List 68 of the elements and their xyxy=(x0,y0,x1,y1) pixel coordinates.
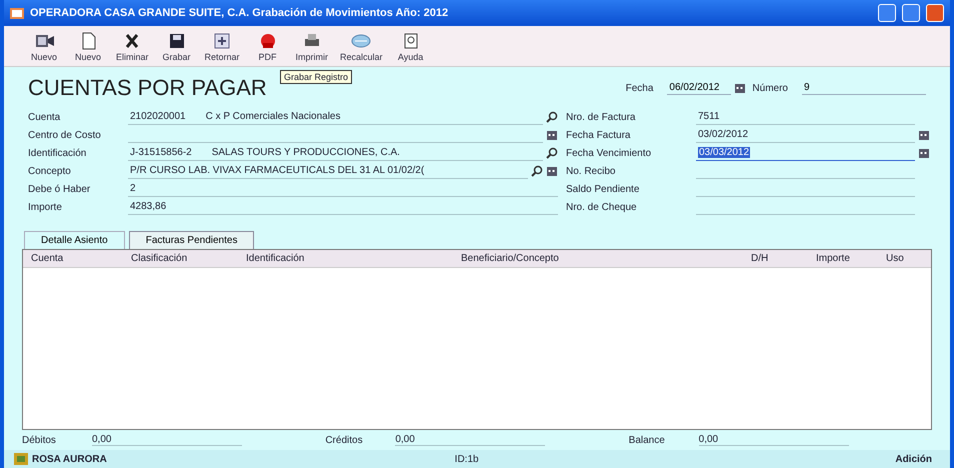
calendar-icon[interactable] xyxy=(734,82,746,94)
field-label: Saldo Pendiente xyxy=(566,184,640,194)
input-field[interactable]: 7511 xyxy=(696,109,915,125)
total-value: 0,00 xyxy=(395,434,546,446)
input-field[interactable]: P/R CURSO LAB. VIVAX FARMACEUTICALS DEL 31 AL 01/02/2( xyxy=(128,163,528,179)
calendar-icon[interactable] xyxy=(918,147,930,159)
search-icon[interactable] xyxy=(546,111,558,123)
field-label: Centro de Costo xyxy=(28,130,102,140)
maximize-button[interactable] xyxy=(902,4,920,22)
search-icon[interactable] xyxy=(531,165,543,177)
calendar-icon[interactable] xyxy=(546,165,558,177)
tab[interactable]: Facturas Pendientes xyxy=(128,231,254,249)
toolbar-button[interactable]: Eliminar xyxy=(112,28,153,64)
minimize-button[interactable] xyxy=(878,4,896,22)
toolbar-button[interactable]: Nuevo xyxy=(68,28,108,64)
date-field[interactable]: 06/02/2012 xyxy=(667,81,732,95)
number-field[interactable]: 9 xyxy=(802,81,926,95)
field-label: Fecha xyxy=(626,82,654,94)
total-value: 0,00 xyxy=(92,434,242,446)
input-field[interactable]: 2 xyxy=(128,181,558,197)
input-field[interactable]: 03/03/2012 xyxy=(696,145,915,161)
toolbar-button[interactable]: Ayuda xyxy=(390,28,431,64)
field-label: Cuenta xyxy=(28,112,62,122)
input-field[interactable]: 4283,86 xyxy=(128,199,558,215)
input-field[interactable]: 2102020001 C x P Comerciales Nacionales xyxy=(128,109,543,125)
status-mode: Adición xyxy=(895,454,932,464)
field-label: Fecha Vencimiento xyxy=(566,148,652,158)
toolbar-button[interactable]: Recalcular xyxy=(336,28,387,64)
search-icon[interactable] xyxy=(546,147,558,159)
toolbar-button[interactable]: Nuevo xyxy=(24,28,64,64)
calendar-icon[interactable] xyxy=(546,129,558,141)
field-label: No. Recibo xyxy=(566,166,616,176)
user-name: ROSA AURORA xyxy=(32,454,107,464)
tooltip: Grabar Registro xyxy=(280,70,352,84)
app-icon xyxy=(10,8,24,18)
status-id: ID:1b xyxy=(454,454,480,464)
tab[interactable]: Detalle Asiento xyxy=(24,231,125,249)
input-field[interactable]: J-31515856-2 SALAS TOURS Y PRODUCCIONES, C.A. xyxy=(128,145,543,161)
column-header: D/H xyxy=(750,252,770,266)
total-label: Créditos xyxy=(325,434,364,446)
field-label: Identificación xyxy=(28,148,88,158)
form-heading: CUENTAS POR PAGAR xyxy=(28,75,267,101)
field-label: Importe xyxy=(28,202,63,212)
total-label: Débitos xyxy=(22,434,57,446)
field-label: Fecha Factura xyxy=(566,130,632,140)
column-header: Beneficiario/Concepto xyxy=(460,252,560,266)
field-label: Concepto xyxy=(28,166,72,176)
total-label: Balance xyxy=(628,434,666,446)
window-title: OPERADORA CASA GRANDE SUITE, C.A. Grabación de Movimientos Año: 2012 xyxy=(30,7,450,19)
field-label: Debe ó Haber xyxy=(28,184,92,194)
field-label: Número xyxy=(752,82,788,94)
column-header: Clasificación xyxy=(130,252,188,266)
toolbar-button[interactable]: Imprimir xyxy=(292,28,332,64)
column-header: Cuenta xyxy=(30,252,64,266)
field-label: Nro. de Factura xyxy=(566,112,636,122)
input-field[interactable]: 03/02/2012 xyxy=(696,127,915,143)
column-header: Identificación xyxy=(245,252,306,266)
toolbar-button[interactable]: Retornar xyxy=(200,28,244,64)
column-header: Uso xyxy=(885,252,905,266)
toolbar-button[interactable]: PDF xyxy=(248,28,288,64)
user-icon xyxy=(14,453,28,465)
column-header: Importe xyxy=(815,252,851,266)
toolbar-button[interactable]: Grabar xyxy=(156,28,197,64)
calendar-icon[interactable] xyxy=(918,129,930,141)
field-label: Nro. de Cheque xyxy=(566,202,638,212)
close-button[interactable] xyxy=(926,4,944,22)
plus-icon xyxy=(212,30,232,50)
total-value: 0,00 xyxy=(698,434,849,446)
